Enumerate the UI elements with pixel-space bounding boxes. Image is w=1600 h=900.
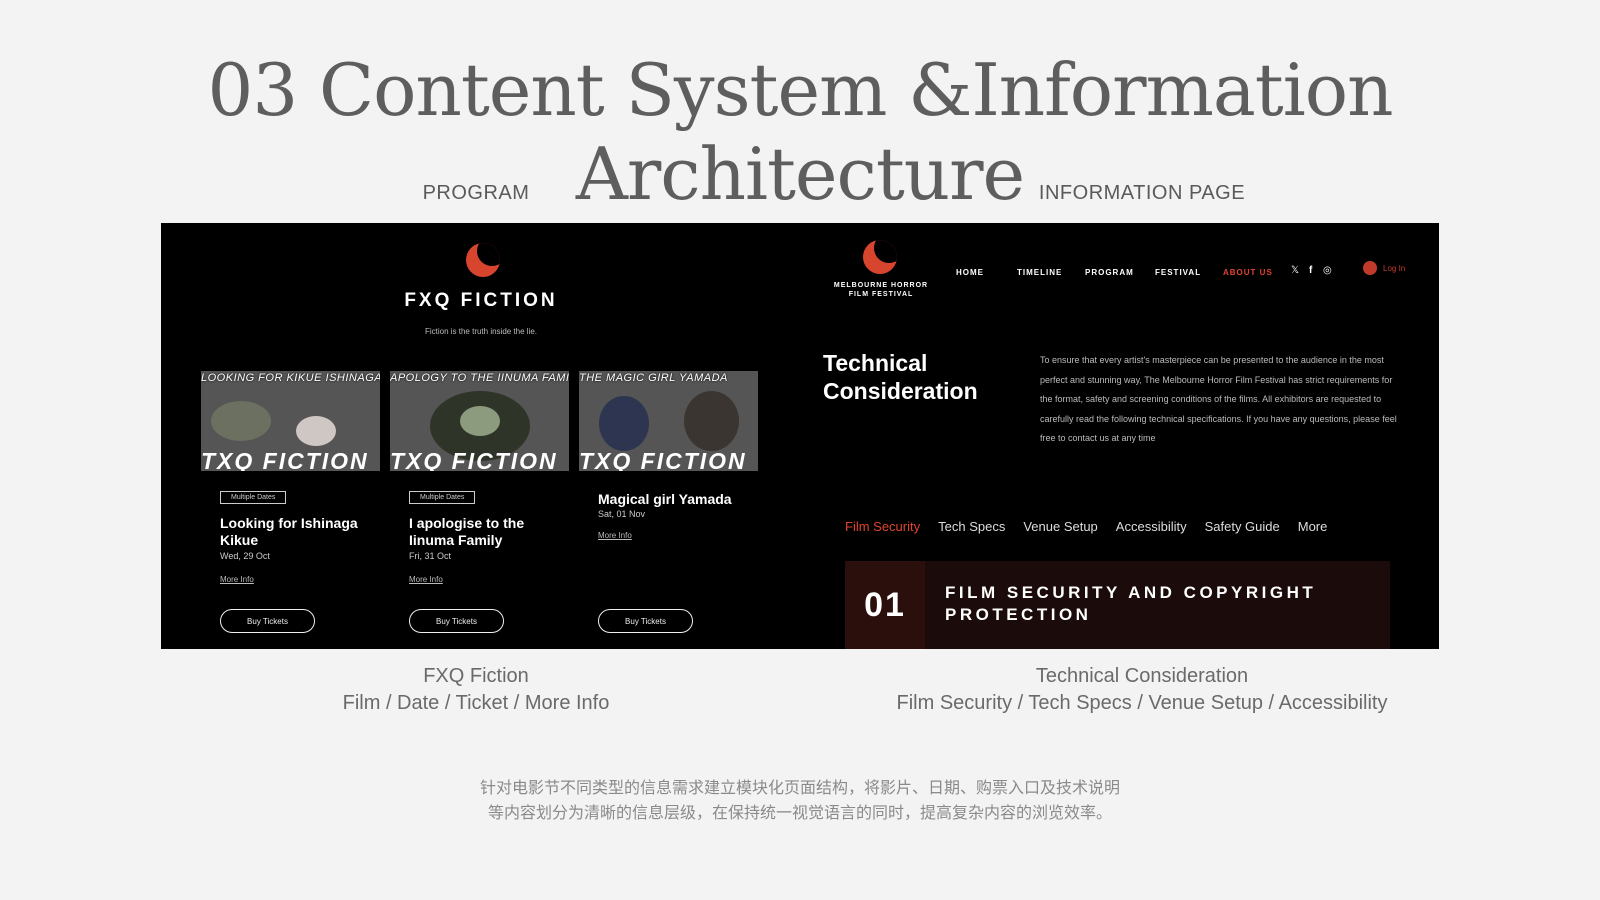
film-title[interactable]: I apologise to the Iinuma Family (409, 515, 559, 549)
information-caption: Technical Consideration Film Security / … (896, 665, 1388, 714)
user-avatar-icon (1363, 261, 1377, 275)
program-label: PROGRAM (422, 182, 530, 204)
information-page-label: INFORMATION PAGE (1038, 182, 1246, 204)
slide-title: 03 Content System &Information Architect… (207, 48, 1394, 216)
tab-tech-specs[interactable]: Tech Specs (938, 519, 1005, 534)
buy-tickets-button[interactable]: Buy Tickets (409, 609, 504, 633)
brand-tagline: Fiction is the truth inside the lie. (424, 327, 538, 336)
nav-festival[interactable]: FESTIVAL (1155, 268, 1201, 277)
accordion-section[interactable]: 01 FILM SECURITY AND COPYRIGHT PROTECTIO… (845, 561, 1390, 649)
film-card: LOOKING FOR KIKUE ISHINAGA TXQ FICTION M… (201, 371, 380, 633)
film-date: Fri, 31 Oct (409, 551, 452, 561)
nav-timeline[interactable]: TIMELINE (1017, 268, 1062, 277)
tab-film-security[interactable]: Film Security (845, 519, 920, 534)
multiple-dates-badge: Multiple Dates (220, 491, 287, 504)
buy-tickets-button[interactable]: Buy Tickets (598, 609, 693, 633)
login-label: Log In (1383, 263, 1406, 273)
film-thumbnail[interactable]: APOLOGY TO THE IINUMA FAMILY TXQ FICTION (390, 371, 569, 471)
film-card: THE MAGIC GIRL YAMADA TXQ FICTION Magica… (579, 371, 758, 633)
nav-about-us[interactable]: ABOUT US (1223, 268, 1273, 277)
section-tabs: Film Security Tech Specs Venue Setup Acc… (845, 519, 1327, 534)
tab-more[interactable]: More (1298, 519, 1328, 534)
moon-logo-icon[interactable] (466, 243, 500, 277)
thumbnail-caption: APOLOGY TO THE IINUMA FAMILY (390, 372, 569, 384)
film-title[interactable]: Magical girl Yamada (598, 491, 748, 508)
more-info-link[interactable]: More Info (409, 575, 443, 584)
login-button[interactable]: Log In (1363, 261, 1405, 275)
more-info-link[interactable]: More Info (598, 531, 632, 540)
festival-name: MELBOURNE HORROR FILM FESTIVAL (833, 282, 929, 298)
thumbnail-brand: TXQ FICTION (201, 448, 369, 471)
tab-safety-guide[interactable]: Safety Guide (1205, 519, 1280, 534)
tab-venue-setup[interactable]: Venue Setup (1023, 519, 1097, 534)
instagram-icon[interactable]: ◎ (1323, 265, 1332, 276)
brand-title: FXQ FICTION (404, 290, 558, 311)
section-number: 01 (845, 561, 925, 649)
intro-paragraph: To ensure that every artist's masterpiec… (1040, 355, 1397, 443)
more-info-link[interactable]: More Info (220, 575, 254, 584)
thumbnail-caption: THE MAGIC GIRL YAMADA (579, 372, 728, 384)
program-caption: FXQ Fiction Film / Date / Ticket / More … (342, 665, 610, 714)
film-date: Sat, 01 Nov (598, 509, 646, 519)
film-title[interactable]: Looking for Ishinaga Kikue (220, 515, 370, 549)
tab-accessibility[interactable]: Accessibility (1116, 519, 1187, 534)
screenshot-panel: FXQ FICTION Fiction is the truth inside … (161, 223, 1439, 649)
film-thumbnail[interactable]: THE MAGIC GIRL YAMADA TXQ FICTION (579, 371, 758, 471)
facebook-icon[interactable]: f (1309, 265, 1312, 276)
nav-home[interactable]: HOME (956, 268, 984, 277)
description-note: 针对电影节不同类型的信息需求建立模块化页面结构，将影片、日期、购票入口及技术说明… (479, 780, 1120, 822)
section-title: FILM SECURITY AND COPYRIGHT PROTECTION (945, 583, 1317, 624)
film-date: Wed, 29 Oct (220, 551, 270, 561)
nav-program[interactable]: PROGRAM (1085, 268, 1134, 277)
film-thumbnail[interactable]: LOOKING FOR KIKUE ISHINAGA TXQ FICTION (201, 371, 380, 471)
festival-logo-icon[interactable] (863, 240, 897, 274)
x-icon[interactable]: 𝕏 (1291, 265, 1299, 276)
film-card: APOLOGY TO THE IINUMA FAMILY TXQ FICTION… (390, 371, 569, 633)
thumbnail-caption: LOOKING FOR KIKUE ISHINAGA (201, 372, 380, 384)
thumbnail-brand: TXQ FICTION (390, 448, 558, 471)
buy-tickets-button[interactable]: Buy Tickets (220, 609, 315, 633)
page-title: Technical Consideration (823, 350, 978, 404)
multiple-dates-badge: Multiple Dates (409, 491, 476, 504)
thumbnail-brand: TXQ FICTION (579, 448, 747, 471)
